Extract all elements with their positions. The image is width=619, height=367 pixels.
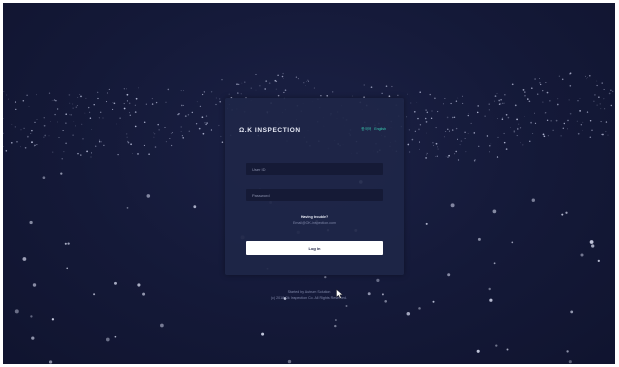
- password-input[interactable]: [246, 189, 383, 201]
- login-button[interactable]: Log in: [246, 241, 383, 255]
- language-option-english[interactable]: English: [374, 127, 386, 132]
- login-screen: Ω.K INSPECTION 한국어 English Having troubl…: [3, 3, 615, 364]
- language-option-korean[interactable]: 한국어: [361, 127, 371, 132]
- footer-credit: Started by Autrum Solution: [287, 290, 331, 294]
- mouse-cursor-icon: [336, 289, 344, 299]
- brand-logo: Ω.K INSPECTION: [239, 124, 301, 136]
- user-id-input[interactable]: [246, 163, 383, 175]
- help-title: Having trouble?: [300, 215, 329, 219]
- login-card: Ω.K INSPECTION 한국어 English Having troubl…: [225, 98, 404, 275]
- help-email-link[interactable]: Email@OK-inspection.com: [225, 221, 404, 226]
- footer-copyright: (c) 2018 Ok Inspection Co. All Rights Re…: [270, 296, 348, 300]
- language-switcher: 한국어 English: [361, 127, 386, 132]
- brand-name: Ω.K INSPECTION: [239, 126, 301, 134]
